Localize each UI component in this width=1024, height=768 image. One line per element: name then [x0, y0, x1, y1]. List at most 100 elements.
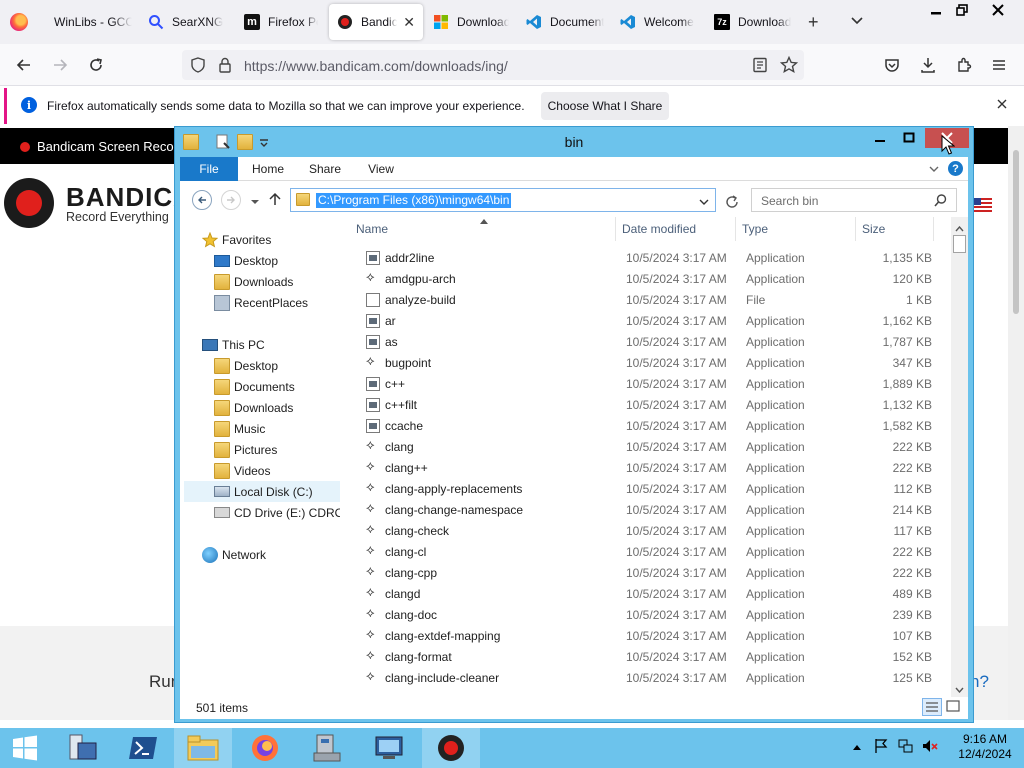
column-date-modified[interactable]: Date modified: [616, 217, 736, 241]
tab-download-7zip[interactable]: 7z Download: [706, 4, 800, 40]
pocket-icon[interactable]: [881, 54, 903, 76]
url-text[interactable]: https://www.bandicam.com/downloads/ing/: [244, 58, 508, 74]
system-clock[interactable]: 9:16 AM 12/4/2024: [950, 732, 1020, 762]
table-row[interactable]: clang-format 10/5/2024 3:17 AM Application…: [350, 646, 940, 667]
firefox-icon[interactable]: [236, 728, 294, 768]
server-manager-icon[interactable]: [52, 728, 110, 768]
table-row[interactable]: clang 10/5/2024 3:17 AM Application 222 KB: [350, 436, 940, 457]
extensions-icon[interactable]: [953, 54, 975, 76]
refresh-icon[interactable]: [720, 191, 744, 213]
scroll-down-icon[interactable]: [955, 682, 964, 696]
nav-fav-recentplaces[interactable]: RecentPlaces: [214, 292, 308, 313]
expand-ribbon-chevron-icon[interactable]: [928, 163, 940, 178]
table-row[interactable]: c++ 10/5/2024 3:17 AM Application 1,889 KB: [350, 373, 940, 394]
lock-icon[interactable]: [218, 57, 232, 76]
us-flag-icon[interactable]: [972, 198, 992, 212]
table-row[interactable]: clang-check 10/5/2024 3:17 AM Application 1…: [350, 520, 940, 541]
reload-icon[interactable]: [85, 54, 107, 76]
large-icons-view-icon[interactable]: [944, 698, 964, 716]
minimize-icon[interactable]: [865, 128, 895, 148]
table-row[interactable]: clang-apply-replacements 10/5/2024 3:17 A…: [350, 478, 940, 499]
nav-fav-downloads[interactable]: Downloads: [214, 271, 293, 292]
details-view-icon[interactable]: [922, 698, 942, 716]
search-field[interactable]: Search bin: [751, 188, 957, 212]
tab-home[interactable]: Home: [246, 157, 290, 181]
restore-window-icon[interactable]: [946, 0, 978, 20]
show-hidden-icons-icon[interactable]: [852, 740, 862, 754]
downloads-icon[interactable]: [917, 54, 939, 76]
new-tab-button[interactable]: +: [808, 12, 819, 33]
shield-icon[interactable]: [190, 57, 206, 76]
tab-winlibs[interactable]: WinLibs - GCC: [40, 4, 140, 40]
table-row[interactable]: clang++ 10/5/2024 3:17 AM Application 222 K…: [350, 457, 940, 478]
table-row[interactable]: clang-extdef-mapping 10/5/2024 3:17 AM App…: [350, 625, 940, 646]
table-row[interactable]: addr2line 10/5/2024 3:17 AM Application 1,1…: [350, 247, 940, 268]
tab-searxng[interactable]: SearXNG: [140, 4, 232, 40]
address-dropdown-chevron-icon[interactable]: [699, 196, 709, 210]
table-row[interactable]: clang-cl 10/5/2024 3:17 AM Application 222 …: [350, 541, 940, 562]
action-center-flag-icon[interactable]: [874, 738, 888, 757]
forward-arrow-icon[interactable]: [49, 54, 71, 76]
close-notification-icon[interactable]: [997, 96, 1007, 112]
tab-view[interactable]: View: [362, 157, 400, 181]
column-size[interactable]: Size: [856, 217, 934, 241]
table-row[interactable]: bugpoint 10/5/2024 3:17 AM Application 347 …: [350, 352, 940, 373]
table-row[interactable]: as 10/5/2024 3:17 AM Application 1,787 KB: [350, 331, 940, 352]
search-placeholder[interactable]: Search bin: [761, 194, 818, 208]
tab-file[interactable]: File: [180, 157, 238, 181]
help-icon[interactable]: ?: [948, 161, 963, 176]
tab-download-microsoft[interactable]: Download: [425, 4, 517, 40]
close-window-icon[interactable]: [982, 0, 1014, 20]
nav-pc-music[interactable]: Music: [214, 418, 265, 439]
scroll-up-icon[interactable]: [955, 221, 964, 235]
table-row[interactable]: clangd 10/5/2024 3:17 AM Application 489 KB: [350, 583, 940, 604]
table-row[interactable]: analyze-build 10/5/2024 3:17 AM File 1 KB: [350, 289, 940, 310]
forward-button[interactable]: [221, 190, 241, 210]
page-scrollbar[interactable]: [1008, 126, 1024, 720]
bandicam-taskbar-icon[interactable]: [422, 728, 480, 768]
url-bar[interactable]: https://www.bandicam.com/downloads/ing/: [182, 50, 804, 80]
table-row[interactable]: amdgpu-arch 10/5/2024 3:17 AM Application 1…: [350, 268, 940, 289]
file-explorer-icon[interactable]: [174, 728, 232, 768]
firefox-logo-icon[interactable]: [10, 13, 28, 31]
table-row[interactable]: clang-cpp 10/5/2024 3:17 AM Application 222…: [350, 562, 940, 583]
volume-muted-icon[interactable]: [922, 738, 938, 757]
search-icon[interactable]: [934, 194, 947, 210]
nav-favorites[interactable]: Favorites: [201, 229, 271, 250]
nav-pc-videos[interactable]: Videos: [214, 460, 270, 481]
address-path[interactable]: C:\Program Files (x86)\mingw64\bin: [316, 193, 512, 208]
bookmark-star-icon[interactable]: [779, 55, 799, 77]
tab-bandicam[interactable]: Bandicam ✕: [329, 4, 423, 40]
choose-what-i-share-button[interactable]: Choose What I Share: [541, 92, 669, 120]
table-row[interactable]: ar 10/5/2024 3:17 AM Application 1,162 KB: [350, 310, 940, 331]
table-row[interactable]: ccache 10/5/2024 3:17 AM Application 1,582 …: [350, 415, 940, 436]
scroll-thumb[interactable]: [953, 235, 966, 253]
tab-welcome[interactable]: Welcome: [612, 4, 706, 40]
address-bar[interactable]: C:\Program Files (x86)\mingw64\bin: [290, 188, 716, 212]
menu-hamburger-icon[interactable]: [988, 54, 1010, 76]
nav-pc-desktop[interactable]: Desktop: [214, 355, 278, 376]
table-row[interactable]: clang-doc 10/5/2024 3:17 AM Application 239…: [350, 604, 940, 625]
nav-fav-desktop[interactable]: Desktop: [214, 250, 278, 271]
nav-network[interactable]: Network: [202, 544, 266, 565]
recent-locations-chevron-icon[interactable]: [250, 195, 260, 209]
nav-this-pc[interactable]: This PC: [202, 334, 265, 355]
close-tab-icon[interactable]: ✕: [397, 14, 415, 31]
table-row[interactable]: clang-include-cleaner 10/5/2024 3:17 AM Ap…: [350, 667, 940, 687]
site-brand[interactable]: BANDICAM: [66, 182, 176, 213]
file-list-scrollbar[interactable]: [951, 217, 968, 697]
maximize-icon[interactable]: [895, 128, 923, 148]
list-tabs-chevron-icon[interactable]: [850, 14, 864, 28]
table-row[interactable]: clang-change-namespace 10/5/2024 3:17 AM A…: [350, 499, 940, 520]
remote-desktop-icon[interactable]: [360, 728, 418, 768]
site-top-title[interactable]: Bandicam Screen Recorder: [37, 139, 175, 154]
start-windows-icon[interactable]: [0, 728, 50, 768]
tab-documentation[interactable]: Documentation: [518, 4, 612, 40]
powershell-icon[interactable]: [114, 728, 172, 768]
nav-pc-downloads[interactable]: Downloads: [214, 397, 293, 418]
tab-firefox-portable[interactable]: m Firefox Portable: [236, 4, 326, 40]
bandicam-logo-icon[interactable]: [4, 178, 54, 228]
network-tray-icon[interactable]: [898, 738, 914, 757]
column-type[interactable]: Type: [736, 217, 856, 241]
scroll-thumb[interactable]: [1013, 150, 1019, 314]
